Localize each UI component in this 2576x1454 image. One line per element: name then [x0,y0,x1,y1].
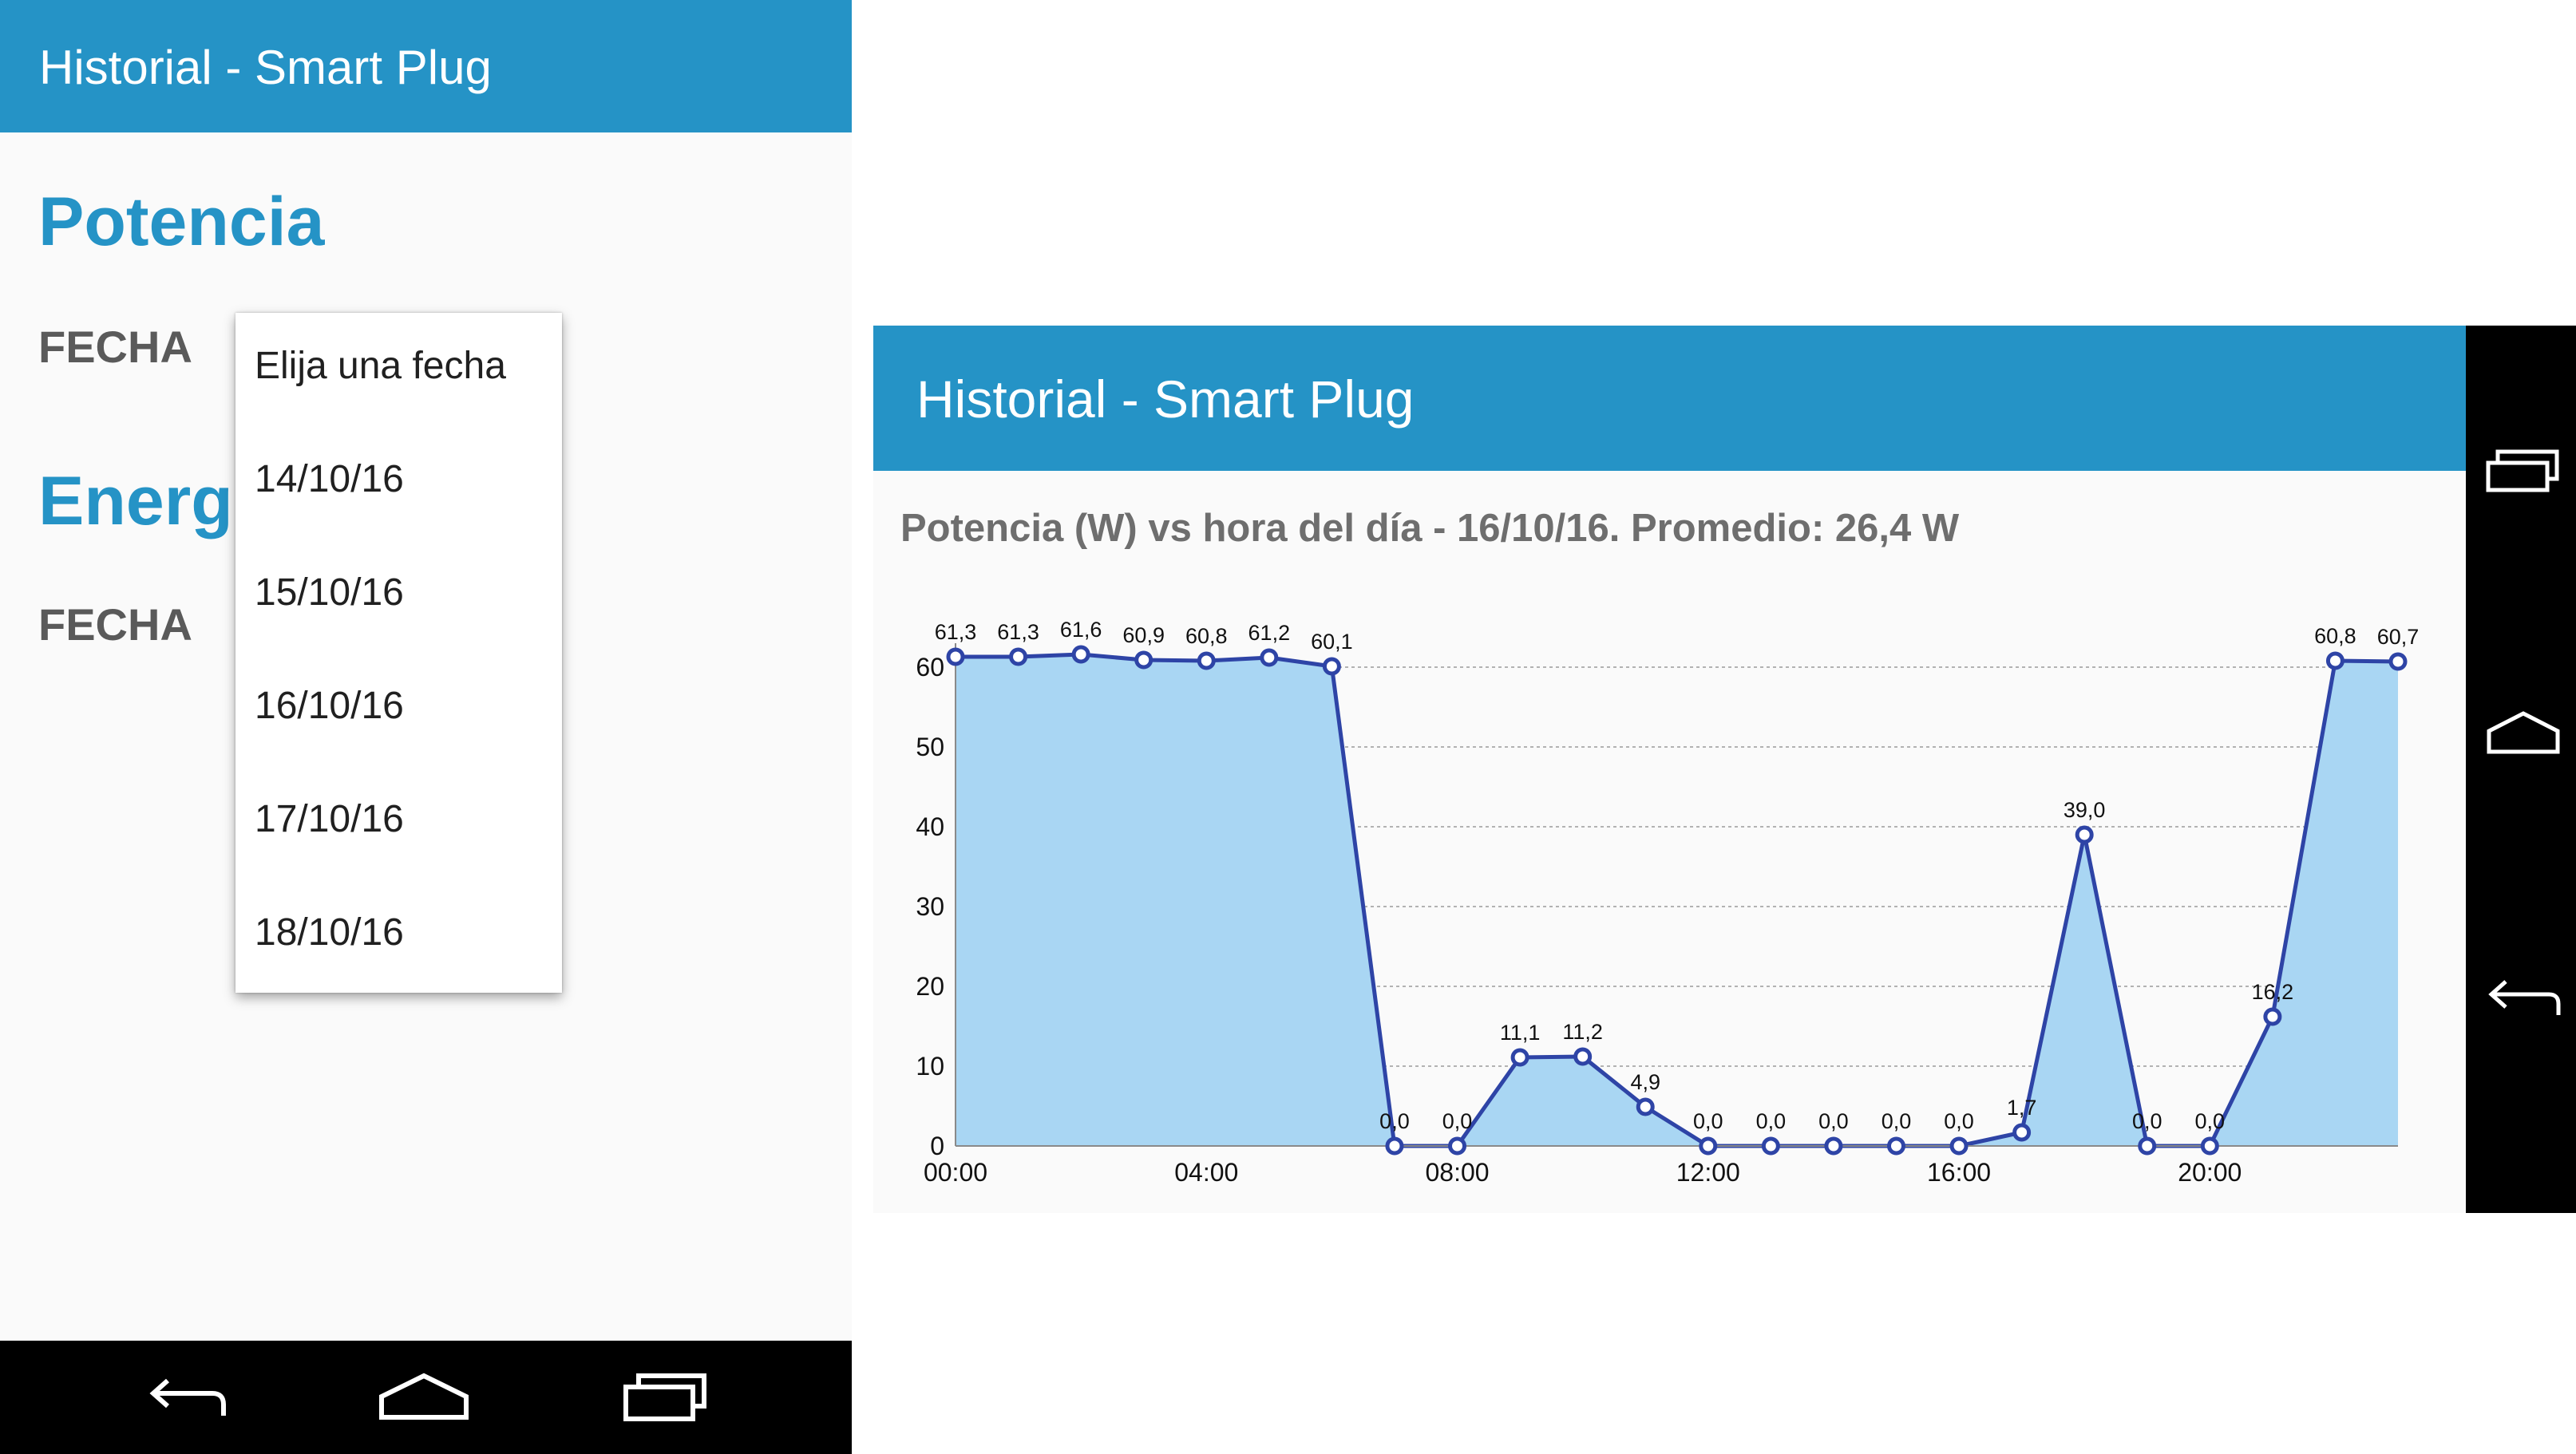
y-tick-label: 40 [916,812,944,841]
x-tick-label: 20:00 [2178,1158,2242,1187]
data-point [1949,1136,1969,1156]
data-label: 11,2 [1562,1020,1603,1044]
data-point [1699,1136,1718,1156]
x-tick-label: 16:00 [1927,1158,1991,1187]
data-label: 1,7 [2007,1096,2037,1120]
navigation-bar [0,1341,852,1454]
y-tick-labels: 0 10 20 30 40 50 60 [916,653,944,1160]
home-icon[interactable] [377,1371,471,1424]
energia-heading: Energí [38,463,252,539]
data-point [1071,645,1090,664]
navigation-bar [2466,326,2576,1213]
y-tick-label: 30 [916,892,944,921]
potencia-date-spinner[interactable]: FECHA [38,322,192,373]
data-point [2200,1136,2219,1156]
y-tick-label: 60 [916,653,944,682]
area-fill [956,654,2398,1146]
data-point [1510,1048,1529,1067]
data-label: 0,0 [1756,1109,1787,1133]
data-label: 60,8 [2314,624,2356,648]
data-label: 61,6 [1060,618,1102,642]
data-point [1322,657,1341,676]
date-option-18-10-16[interactable]: 18/10/16 [255,909,404,957]
y-tick-label: 20 [916,972,944,1001]
data-label: 4,9 [1630,1070,1660,1094]
data-label: 0,0 [1442,1109,1473,1133]
data-point [1385,1136,1404,1156]
date-option-17-10-16[interactable]: 17/10/16 [255,796,404,844]
data-point [1134,650,1153,670]
data-label: 60,7 [2377,625,2420,649]
data-point [1573,1047,1593,1066]
date-option-placeholder[interactable]: Elija una fecha [255,342,506,390]
data-label: 0,0 [1882,1109,1912,1133]
data-label: 0,0 [1379,1109,1410,1133]
data-label: 61,2 [1248,621,1291,645]
data-point [1260,648,1279,667]
data-label: 16,2 [2252,980,2294,1004]
data-label: 0,0 [1693,1109,1723,1133]
app-title: Historial - Smart Plug [39,41,492,94]
landscape-screen: Historial - Smart Plug Potencia (W) vs h… [873,326,2576,1213]
data-point [1824,1136,1843,1156]
x-tick-label: 00:00 [924,1158,987,1187]
recents-icon[interactable] [621,1369,709,1424]
data-point [1886,1136,1905,1156]
energia-date-spinner[interactable]: FECHA [38,599,192,650]
date-option-15-10-16[interactable]: 15/10/16 [255,569,404,617]
back-icon[interactable] [2483,972,2563,1023]
recents-icon[interactable] [2485,447,2560,495]
data-point [2325,651,2345,670]
data-label: 60,9 [1122,623,1165,647]
data-point [2138,1136,2157,1156]
y-tick-label: 0 [930,1132,944,1160]
app-bar: Historial - Smart Plug [0,0,852,132]
y-tick-label: 50 [916,733,944,761]
data-point [1197,651,1216,670]
data-point [2263,1007,2282,1026]
data-label: 0,0 [1944,1109,1974,1133]
data-label: 11,1 [1500,1021,1541,1045]
data-label: 0,0 [2195,1109,2226,1133]
data-point [2388,652,2408,671]
portrait-screen: Historial - Smart Plug Potencia FECHA En… [0,0,852,1454]
power-chart: 0 10 20 30 40 50 60 00:00 04:00 08:00 12:00 16:00 2… [916,618,2420,1187]
data-label: 39,0 [2064,798,2106,822]
date-option-16-10-16[interactable]: 16/10/16 [255,682,404,730]
data-label: 60,8 [1185,624,1228,648]
data-label: 61,3 [997,620,1039,644]
data-label: 60,1 [1311,630,1353,654]
date-option-14-10-16[interactable]: 14/10/16 [255,456,404,504]
date-dropdown-menu: Elija una fecha 14/10/16 15/10/16 16/10/… [235,313,562,993]
data-point [946,647,965,666]
data-label: 0,0 [1818,1109,1849,1133]
x-tick-labels: 00:00 04:00 08:00 12:00 16:00 20:00 [924,1158,2242,1187]
x-tick-label: 04:00 [1174,1158,1238,1187]
data-point [1636,1097,1655,1116]
home-icon[interactable] [2485,709,2562,757]
data-point [1761,1136,1780,1156]
data-label: 0,0 [2132,1109,2162,1133]
data-point [2012,1123,2032,1142]
x-tick-label: 08:00 [1425,1158,1489,1187]
y-tick-label: 10 [916,1052,944,1081]
data-label: 61,3 [935,620,977,644]
data-point [1448,1136,1467,1156]
data-point [1009,647,1028,666]
x-tick-label: 12:00 [1676,1158,1740,1187]
potencia-heading: Potencia [38,184,325,260]
data-point [2075,825,2094,844]
back-icon[interactable] [144,1373,231,1424]
